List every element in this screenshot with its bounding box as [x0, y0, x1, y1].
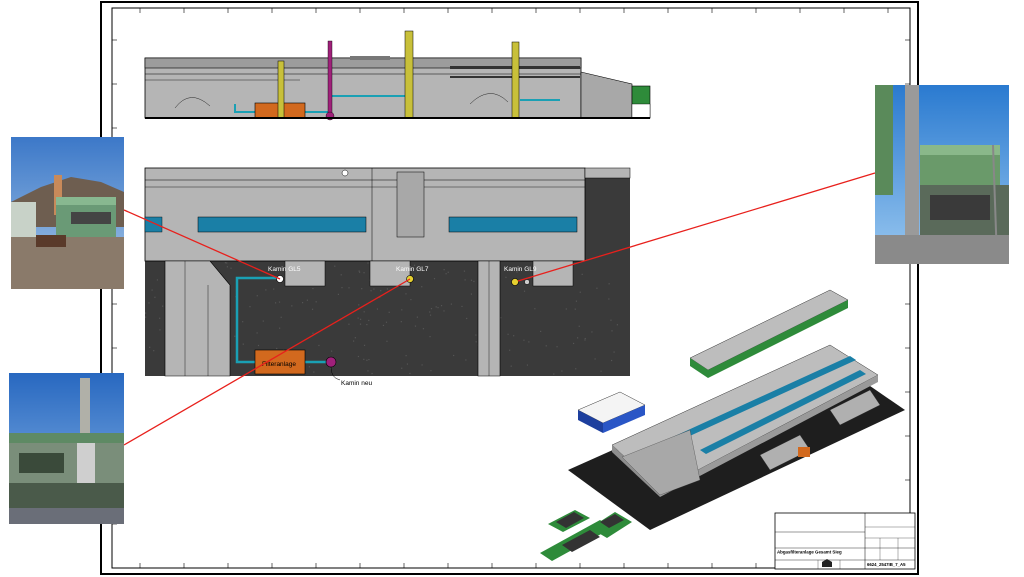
title-block-project: Abgasfilteranlage Gesamt Sieg: [777, 550, 842, 555]
elevation-view: [144, 30, 651, 121]
title-block-drawing-number: 6624_2547IB_7_A5: [867, 562, 906, 567]
new-chimney-marker: [325, 356, 337, 368]
photo-kamin-gl7: [9, 373, 124, 524]
plan-view: Kamin GL5 Kamin GL7 Kamin GL9 Filteranla…: [144, 167, 631, 387]
label-kamin-gl9: Kamin GL9: [504, 266, 537, 273]
label-kamin-gl5: Kamin GL5: [268, 266, 301, 273]
label-kamin-neu: Kamin neu: [341, 380, 372, 387]
label-kamin-gl7: Kamin GL7: [396, 266, 429, 273]
photo-kamin-gl5: [11, 137, 124, 289]
title-block: Abgasfilteranlage Gesamt Sieg 6624_2547I…: [774, 512, 916, 570]
drawing-sheet: Kamin GL5 Kamin GL7 Kamin GL9 Filteranla…: [100, 1, 919, 575]
photo-kamin-gl9: [875, 85, 1009, 264]
chimney-gl9-marker: [511, 278, 519, 286]
